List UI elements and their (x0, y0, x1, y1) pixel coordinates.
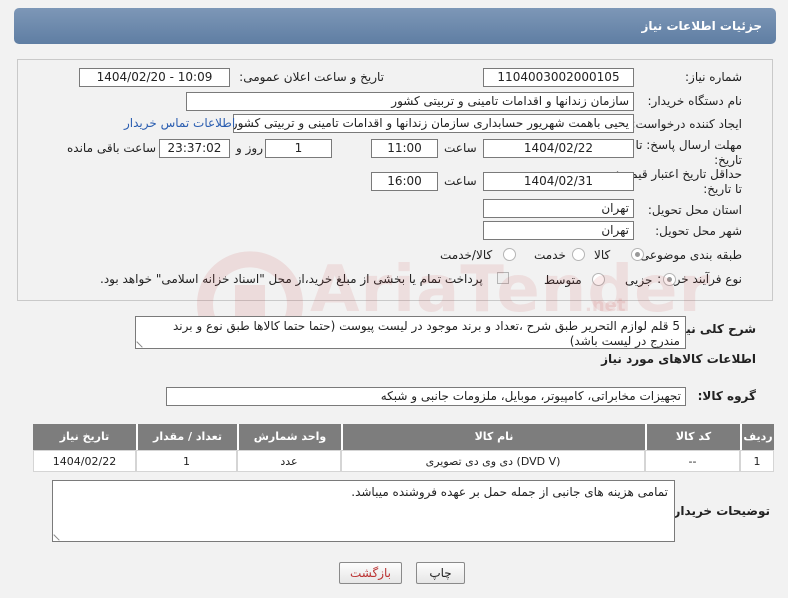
days-label: روز و (236, 141, 263, 155)
need-number-field: 1104003002000105 (483, 68, 634, 87)
resize-handle-icon[interactable] (53, 529, 65, 541)
purchase-radio-medium[interactable] (592, 273, 605, 286)
days-field: 1 (265, 139, 332, 158)
announce-datetime-field: 1404/02/20 - 10:09 (79, 68, 230, 87)
category-radio-both[interactable] (503, 248, 516, 261)
reply-date-field: 1404/02/22 (483, 139, 634, 158)
buyer-notes-textarea: تمامی هزینه های جانبی از جمله حمل بر عهد… (52, 480, 675, 542)
page-title: جزئیات اطلاعات نیاز (641, 19, 762, 33)
col-header-need-date: تاریخ نیاز (33, 424, 136, 450)
buyer-contact-link[interactable]: اطلاعات تماس خریدار (124, 116, 235, 130)
purchase-option-minor: جزیی (625, 273, 653, 287)
resize-handle-icon[interactable] (136, 336, 148, 348)
purchase-option-medium: متوسط (544, 273, 582, 287)
delivery-city-label: شهر محل تحویل: (655, 224, 742, 238)
reply-time-field: 11:00 (371, 139, 438, 158)
category-radio-service[interactable] (572, 248, 585, 261)
purchase-radio-minor[interactable] (663, 273, 676, 286)
cell-goods-code: -- (645, 450, 740, 472)
remaining-label: ساعت باقی مانده (67, 141, 157, 155)
category-label: طبقه بندی موضوعی: (635, 248, 742, 262)
price-time-label: ساعت (444, 174, 477, 188)
col-header-quantity: تعداد / مقدار (136, 424, 237, 450)
category-option-goods: کالا (594, 248, 611, 262)
cell-unit: عدد (237, 450, 341, 472)
reply-time-label: ساعت (444, 141, 477, 155)
delivery-city-field: تهران (483, 221, 634, 240)
goods-group-label: گروه کالا: (697, 389, 756, 403)
goods-group-field: تجهیزات مخابراتی، کامپیوتر، موبایل، ملزو… (166, 387, 686, 406)
page-header: جزئیات اطلاعات نیاز (14, 8, 776, 44)
announce-datetime-label: تاریخ و ساعت اعلان عمومی: (239, 70, 384, 84)
buyer-notes-text: تمامی هزینه های جانبی از جمله حمل بر عهد… (351, 485, 668, 499)
description-text: 5 قلم لوازم التحریر طبق شرح ،تعداد و برن… (172, 319, 680, 348)
need-number-label: شماره نیاز: (685, 70, 742, 84)
price-date-field: 1404/02/31 (483, 172, 634, 191)
buyer-org-label: نام دستگاه خریدار: (647, 94, 743, 108)
col-header-unit: واحد شمارش (237, 424, 341, 450)
col-header-row-number: ردیف (740, 424, 774, 450)
remaining-time-field: 23:37:02 (159, 139, 230, 158)
cell-need-date: 1404/02/22 (33, 450, 136, 472)
treasury-payment-checkbox[interactable] (497, 272, 509, 284)
buyer-notes-label: توضیحات خریدار: (668, 504, 770, 518)
delivery-province-label: استان محل تحویل: (647, 203, 742, 217)
description-textarea: 5 قلم لوازم التحریر طبق شرح ،تعداد و برن… (135, 316, 686, 349)
cell-quantity: 1 (136, 450, 237, 472)
print-button[interactable]: چاپ (416, 562, 465, 584)
payment-note: پرداخت تمام یا بخشی از مبلغ خرید،از محل … (100, 272, 483, 286)
requester-field: یحیی باهمت شهریور حسابداری سازمان زندانه… (233, 114, 634, 133)
category-radio-goods[interactable] (631, 248, 644, 261)
price-time-field: 16:00 (371, 172, 438, 191)
buyer-org-field: سازمان زندانها و اقدامات تامینی و تربیتی… (186, 92, 634, 111)
cell-goods-name: دی وی دی تصویری (DVD V) (341, 450, 645, 472)
col-header-goods-code: کد کالا (645, 424, 740, 450)
cell-row-number: 1 (740, 450, 774, 472)
reply-deadline-label: مهلت ارسال پاسخ: تا تاریخ: (635, 138, 742, 167)
category-option-service: خدمت (534, 248, 566, 262)
delivery-province-field: تهران (483, 199, 634, 218)
back-button[interactable]: بازگشت (339, 562, 402, 584)
col-header-goods-name: نام کالا (341, 424, 645, 450)
requester-label: ایجاد کننده درخواست: (631, 117, 742, 131)
goods-section-title: اطلاعات کالاهای مورد نیاز (601, 352, 756, 366)
category-option-both: کالا/خدمت (440, 248, 493, 262)
